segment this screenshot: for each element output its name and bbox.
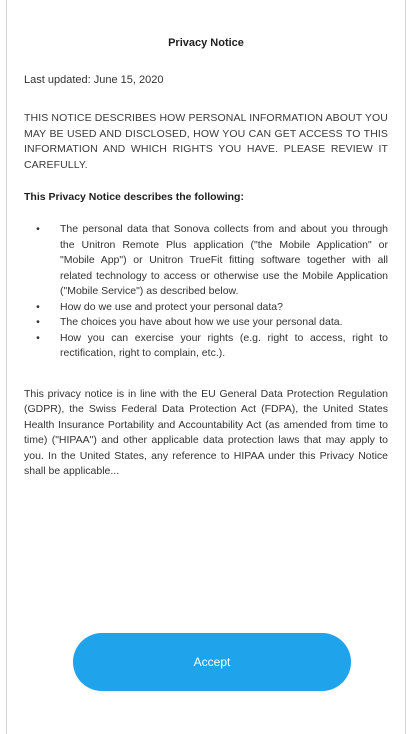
compliance-paragraph: This privacy notice is in line with the … <box>24 387 388 478</box>
list-item-text: The personal data that Sonova collects f… <box>60 223 388 297</box>
bullet-icon: • <box>36 331 40 344</box>
list-item-text: How do we use and protect your personal … <box>60 300 283 313</box>
describes-heading: This Privacy Notice describes the follow… <box>24 191 244 203</box>
list-item: • The personal data that Sonova collects… <box>24 222 388 300</box>
privacy-notice-scroll-area[interactable]: Privacy Notice Last updated: June 15, 20… <box>7 0 405 592</box>
last-updated-text: Last updated: June 15, 2020 <box>24 74 164 86</box>
list-item-text: How you can exercise your rights (e.g. r… <box>60 331 388 360</box>
list-item: • How you can exercise your rights (e.g.… <box>24 331 388 362</box>
bullet-icon: • <box>36 316 40 328</box>
bullet-icon: • <box>36 223 40 235</box>
list-item: • How do we use and protect your persona… <box>24 300 388 316</box>
list-item-text: The choices you have about how we use yo… <box>60 316 343 328</box>
describes-list: • The personal data that Sonova collects… <box>24 222 388 362</box>
privacy-notice-screen: Privacy Notice Last updated: June 15, 20… <box>6 0 406 734</box>
accept-button[interactable]: Accept <box>73 633 351 691</box>
notice-caps-intro: THIS NOTICE DESCRIBES HOW PERSONAL INFOR… <box>24 112 388 171</box>
bullet-icon: • <box>36 300 40 313</box>
list-item: • The choices you have about how we use … <box>24 315 388 331</box>
page-title: Privacy Notice <box>168 37 244 49</box>
